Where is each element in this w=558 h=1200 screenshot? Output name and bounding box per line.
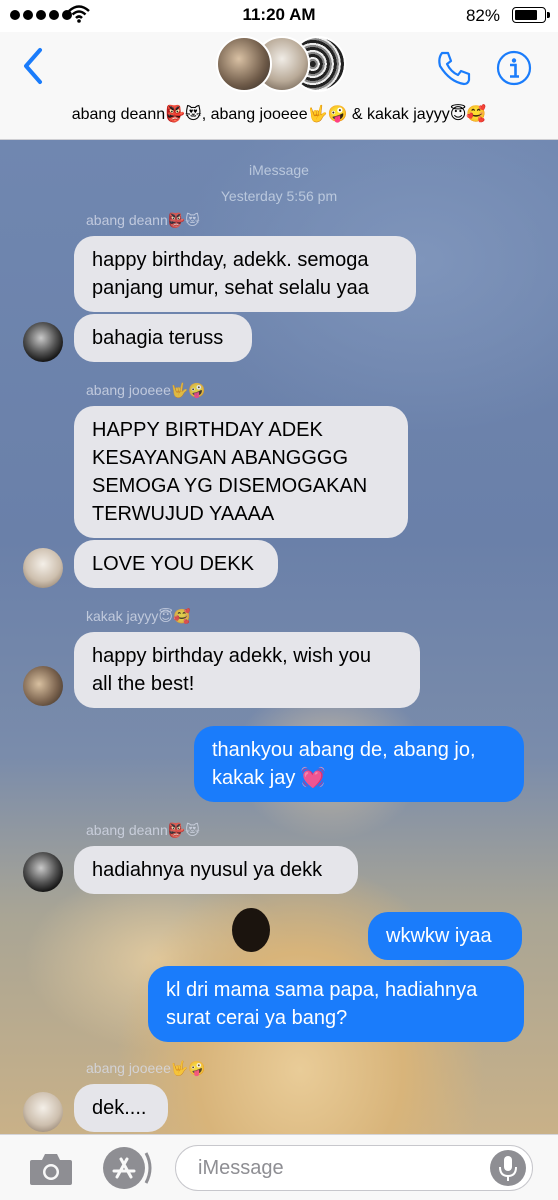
message-input[interactable]: iMessage [175,1145,533,1191]
avatar [23,322,63,362]
status-bar: 11:20 AM 82% [0,0,558,32]
message-line: TERWUJUD YAAAA [92,503,275,525]
message-line: HAPPY BIRTHDAY ADEK [92,419,323,441]
message-line: dek.... [92,1097,147,1119]
group-title[interactable]: abang deann👺😻, abang jooeee🤟🤪 & kakak ja… [0,104,558,124]
camera-icon[interactable] [28,1151,74,1187]
sender-name: abang deann👺😻 [86,822,200,838]
message-bubble-incoming[interactable]: HAPPY BIRTHDAY ADEK KESAYANGAN ABANGGGG … [74,406,408,538]
back-chevron-icon[interactable] [18,46,50,86]
battery-tip [547,12,550,18]
sender-name: abang deann👺😻 [86,212,200,228]
message-line: bahagia teruss [92,327,224,349]
message-line: kakak jay 💓 [212,767,326,789]
message-line: happy birthday, adekk. semoga [92,249,369,271]
sender-name: kakak jayyy😇🥰 [86,608,191,624]
message-bubble-incoming[interactable]: happy birthday, adekk. semoga panjang um… [74,236,416,312]
avatar [216,36,272,92]
microphone-icon[interactable] [490,1150,526,1186]
message-line: wkwkw iyaa [386,925,492,947]
battery-icon [512,7,546,23]
message-bubble-outgoing[interactable]: wkwkw iyaa [368,912,522,960]
message-line: thankyou abang de, abang jo, [212,739,476,761]
message-line: all the best! [92,673,195,695]
avatar [23,666,63,706]
sender-name: abang jooeee🤟🤪 [86,1060,206,1076]
avatar [23,852,63,892]
message-bubble-incoming[interactable]: dek.... [74,1084,168,1132]
message-bubble-outgoing[interactable]: kl dri mama sama papa, hadiahnya surat c… [148,966,524,1042]
info-icon[interactable] [496,50,532,86]
background-decoration [232,908,270,952]
compose-bar: iMessage [0,1134,558,1200]
message-input-placeholder: iMessage [198,1157,284,1179]
message-bubble-incoming[interactable]: happy birthday adekk, wish you all the b… [74,632,420,708]
message-bubble-incoming[interactable]: bahagia teruss [74,314,252,362]
message-line: KESAYANGAN ABANGGGG [92,447,348,469]
message-thread: iMessage Yesterday 5:56 pm abang deann👺😻… [0,140,558,1134]
message-bubble-incoming[interactable]: LOVE YOU DEKK [74,540,278,588]
message-line: panjang umur, sehat selalu yaa [92,277,369,299]
service-label: iMessage [249,162,309,178]
message-bubble-outgoing[interactable]: thankyou abang de, abang jo, kakak jay 💓 [194,726,524,802]
app-store-icon[interactable] [100,1145,152,1191]
message-line: SEMOGA YG DISEMOGAKAN [92,475,368,497]
sender-name: abang jooeee🤟🤪 [86,382,206,398]
conversation-header: abang deann👺😻, abang jooeee🤟🤪 & kakak ja… [0,32,558,140]
phone-icon[interactable] [434,48,474,88]
avatar [23,548,63,588]
message-line: kl dri mama sama papa, hadiahnya [166,979,478,1001]
group-avatars[interactable] [216,36,346,92]
avatar [23,1092,63,1132]
message-line: hadiahnya nyusul ya dekk [92,859,323,881]
message-line: LOVE YOU DEKK [92,553,254,575]
message-bubble-incoming[interactable]: hadiahnya nyusul ya dekk [74,846,358,894]
message-line: happy birthday adekk, wish you [92,645,372,667]
battery-percentage: 82% [465,6,500,25]
message-line: surat cerai ya bang? [166,1007,348,1029]
timestamp: Yesterday 5:56 pm [220,188,338,204]
